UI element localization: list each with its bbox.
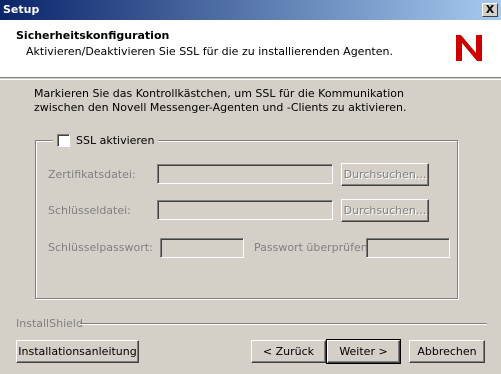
ssl-checkbox-label: SSL aktivieren xyxy=(76,134,155,147)
installation-guide-button[interactable]: Installationsanleitung xyxy=(16,340,139,363)
cancel-button[interactable]: Abbrechen xyxy=(409,340,485,363)
novell-logo-icon xyxy=(456,35,482,61)
page-title: Sicherheitskonfiguration xyxy=(16,29,170,42)
footer-divider xyxy=(80,323,487,325)
wizard-header: Sicherheitskonfiguration Aktivieren/Deak… xyxy=(0,20,501,78)
key-password-label: Schlüsselpasswort: xyxy=(48,241,153,254)
certificate-file-label: Zertifikatsdatei: xyxy=(48,168,136,181)
next-button[interactable]: Weiter > xyxy=(326,339,401,364)
installshield-brand: InstallShield xyxy=(16,317,83,330)
verify-password-label: Passwort überprüfen: xyxy=(254,241,372,254)
ssl-checkbox[interactable] xyxy=(57,134,70,147)
close-button[interactable]: X xyxy=(482,3,498,17)
window-title: Setup xyxy=(3,3,40,16)
key-file-input[interactable] xyxy=(157,200,333,220)
key-password-input[interactable] xyxy=(160,238,244,258)
verify-password-input[interactable] xyxy=(366,238,450,258)
browse-certificate-button[interactable]: Durchsuchen... xyxy=(341,163,429,186)
certificate-file-input[interactable] xyxy=(157,164,333,184)
header-divider xyxy=(0,79,501,80)
browse-key-button[interactable]: Durchsuchen... xyxy=(341,199,429,222)
intro-text: Markieren Sie das Kontrollkästchen, um S… xyxy=(34,87,407,114)
ssl-toggle[interactable]: SSL aktivieren xyxy=(53,133,159,148)
close-icon: X xyxy=(485,3,495,16)
back-button[interactable]: < Zurück xyxy=(251,340,326,363)
page-subtitle: Aktivieren/Deaktivieren Sie SSL für die … xyxy=(26,45,393,58)
title-bar: Setup X xyxy=(0,0,501,20)
key-file-label: Schlüsseldatei: xyxy=(48,204,131,217)
